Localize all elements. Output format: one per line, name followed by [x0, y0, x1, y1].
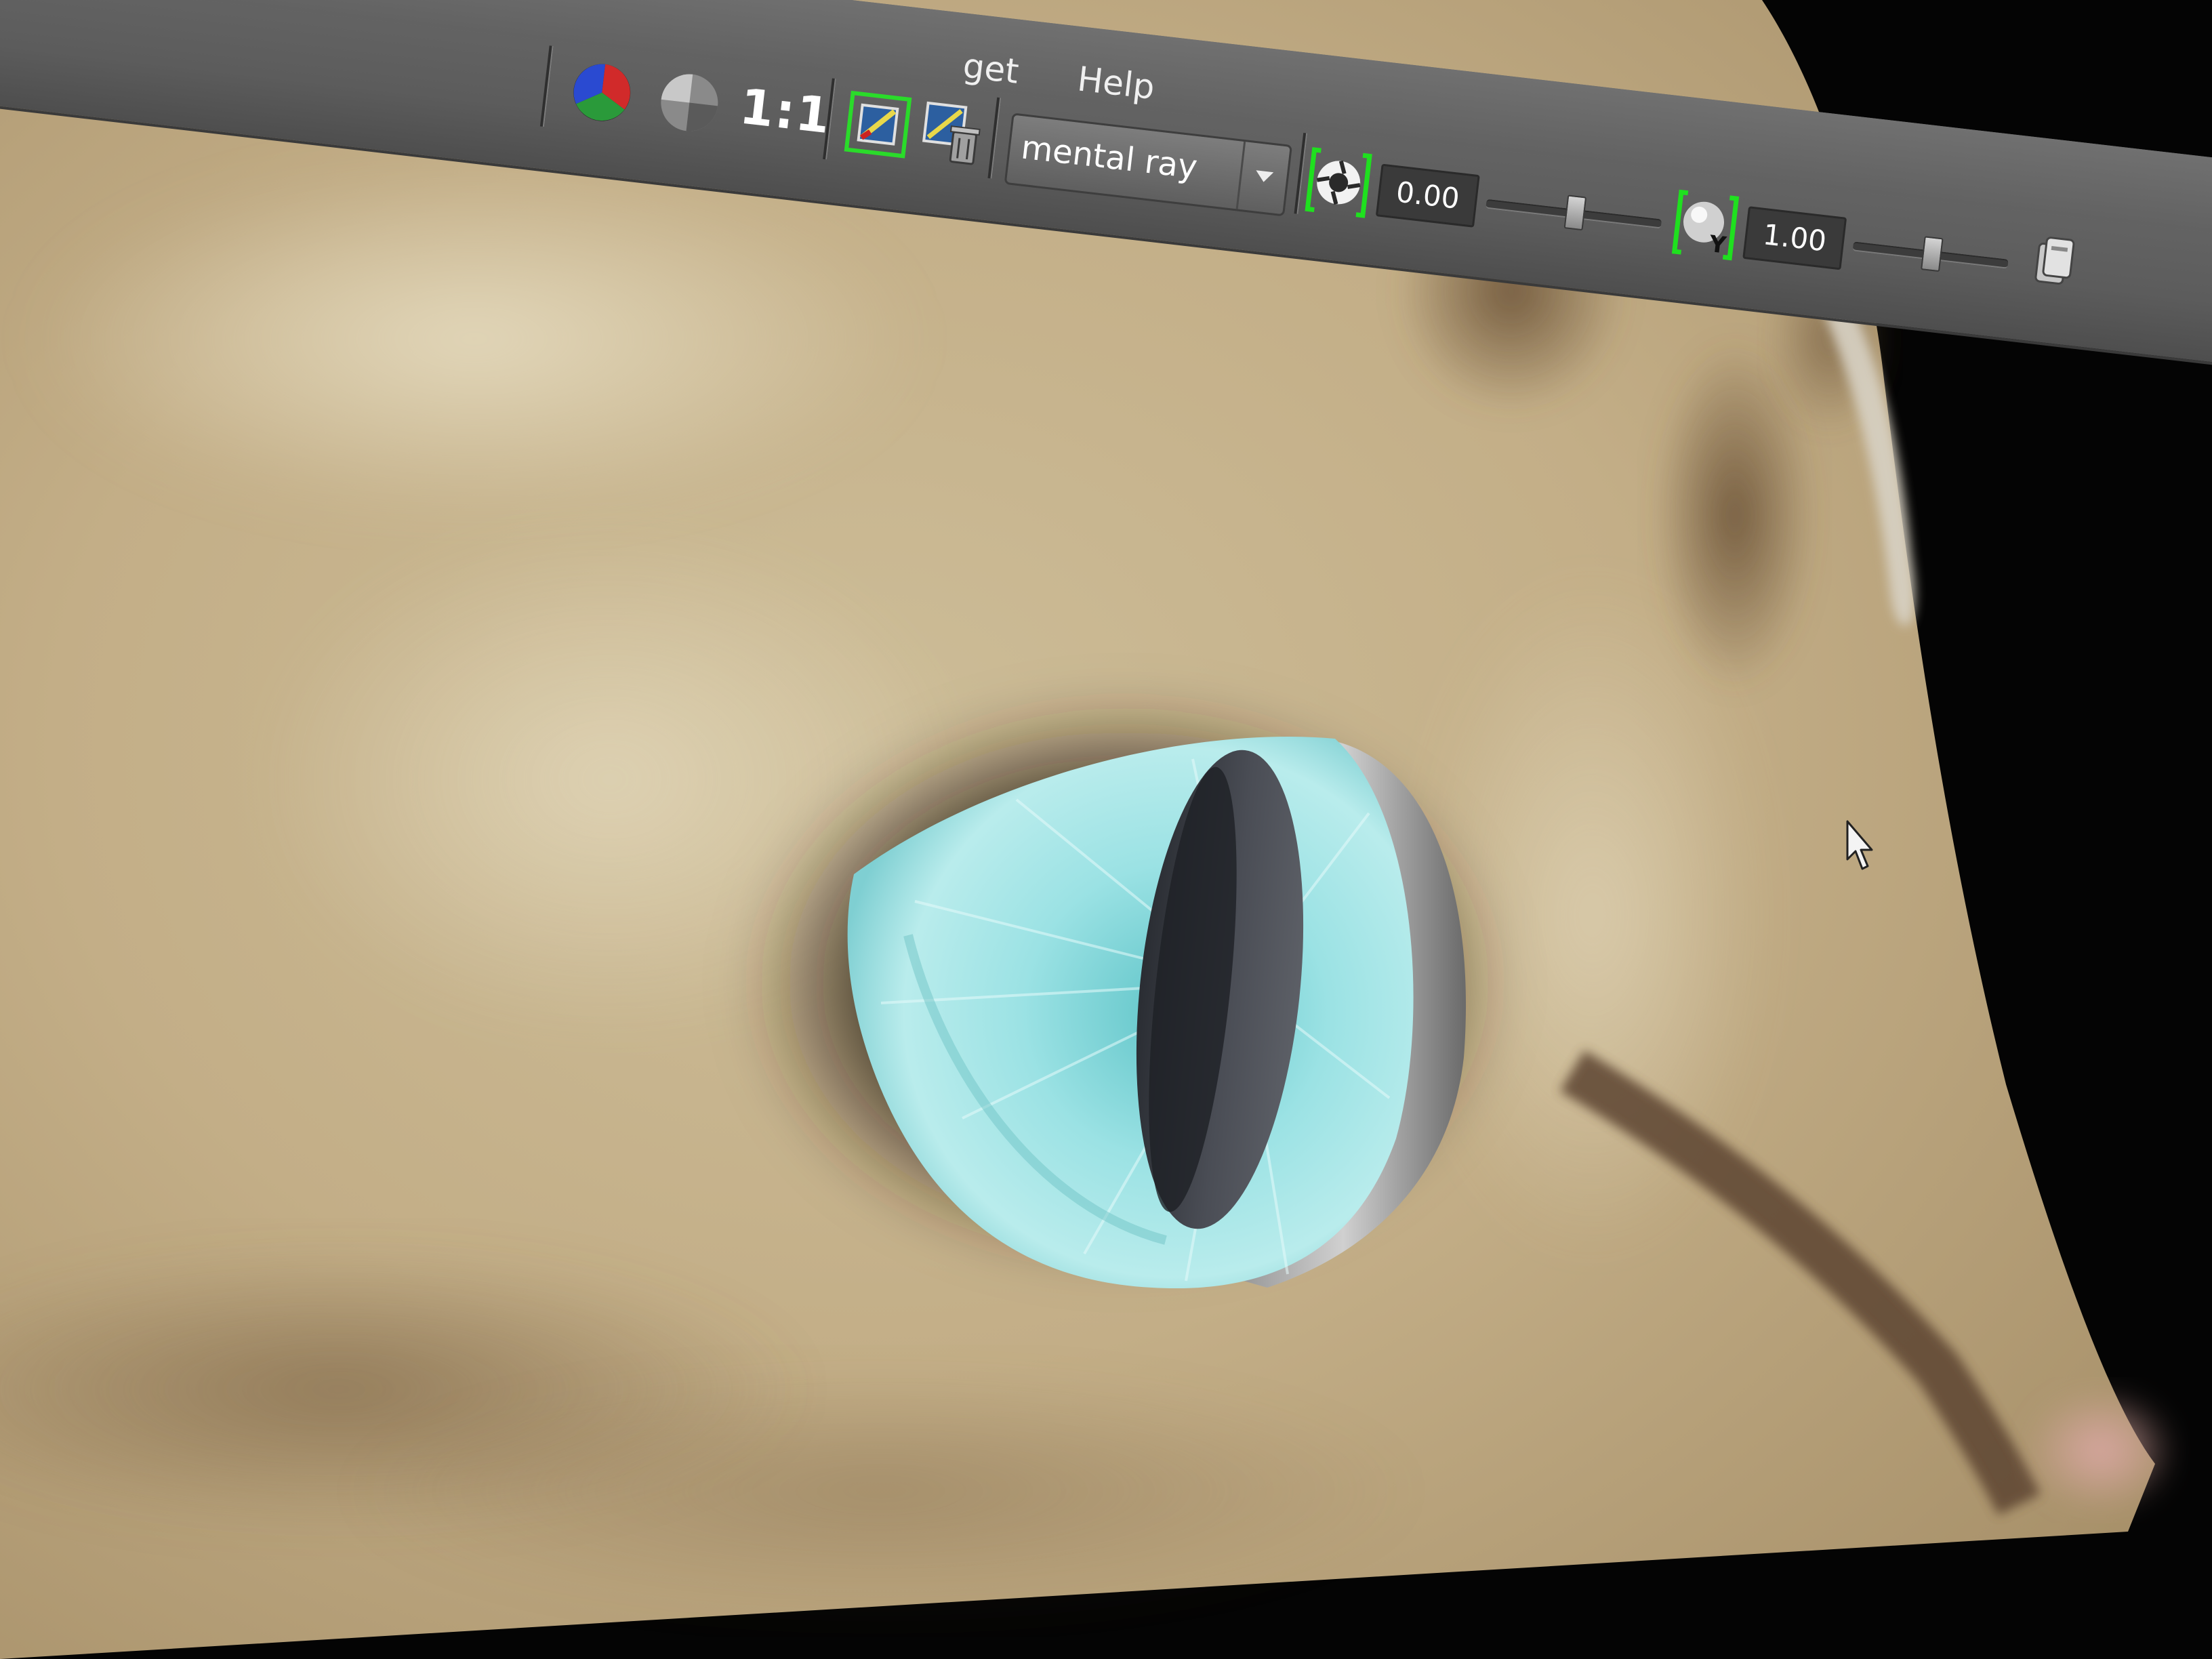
menu-item-render-target[interactable]: get: [961, 46, 1021, 91]
display-sphere-icon[interactable]: [652, 65, 727, 140]
render-view-photo: get Help 1:1 mental ray 0.00 Y 1.00: [0, 0, 2212, 1659]
snapshot-icon[interactable]: [2022, 228, 2090, 303]
rgb-channels-icon[interactable]: [565, 55, 640, 130]
remove-image-icon[interactable]: [914, 96, 989, 171]
toolbar-separator: [987, 97, 1002, 179]
renderer-dropdown-label: mental ray: [1019, 128, 1200, 187]
exposure-slider-handle[interactable]: [1563, 194, 1587, 231]
gamma-icon[interactable]: Y: [1671, 188, 1740, 262]
chevron-down-icon[interactable]: [1235, 141, 1290, 215]
gamma-field[interactable]: 1.00: [1742, 206, 1847, 270]
mouse-cursor-icon: [1846, 820, 1873, 870]
exposure-field[interactable]: 0.00: [1375, 163, 1480, 228]
keep-image-icon[interactable]: [840, 87, 916, 162]
real-size-button[interactable]: 1:1: [737, 77, 834, 144]
exposure-icon[interactable]: [1305, 146, 1373, 220]
gamma-slider-handle[interactable]: [1921, 236, 1944, 272]
renderer-dropdown[interactable]: mental ray: [1004, 112, 1293, 217]
toolbar-separator: [539, 45, 554, 127]
exposure-slider[interactable]: [1486, 194, 1662, 231]
svg-text:Y: Y: [1707, 230, 1727, 260]
gamma-slider[interactable]: [1852, 236, 2009, 272]
menu-item-help[interactable]: Help: [1076, 59, 1157, 107]
